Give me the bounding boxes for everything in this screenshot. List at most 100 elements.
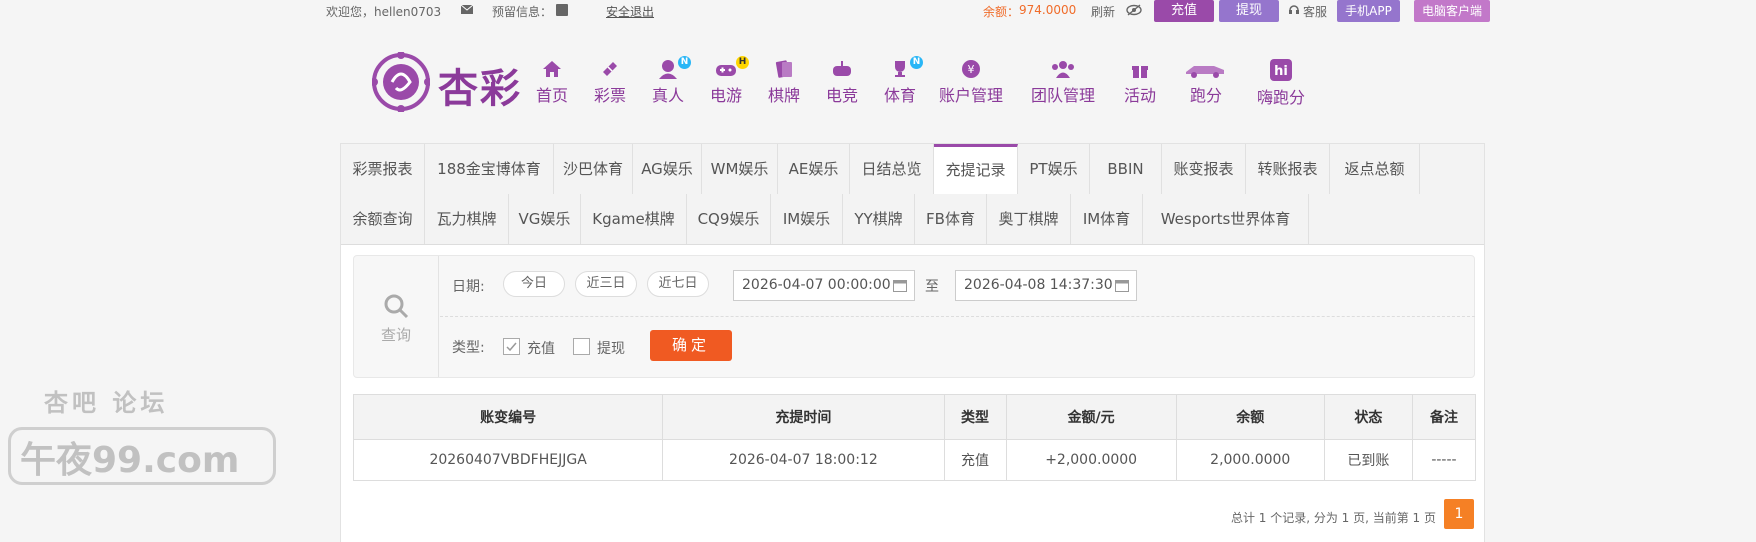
hot-badge: H	[736, 56, 749, 69]
nav-account[interactable]: ¥ 账户管理	[938, 58, 1004, 106]
tab-rebate-total[interactable]: 返点总额	[1330, 144, 1420, 194]
col-header-type: 类型	[943, 394, 1007, 440]
search-icon	[384, 294, 409, 319]
nav-hi-racing[interactable]: hi 嗨跑分	[1254, 58, 1308, 108]
esports-icon	[833, 61, 851, 76]
withdraw-checkbox[interactable]	[573, 338, 590, 355]
col-header-id: 账变编号	[352, 394, 664, 440]
mail-icon[interactable]	[461, 5, 473, 14]
account-icon: ¥	[962, 60, 980, 78]
headset-icon[interactable]	[1288, 4, 1300, 16]
tab-im-sports[interactable]: IM体育	[1071, 194, 1143, 244]
tab-ae[interactable]: AE娱乐	[778, 144, 850, 194]
nav-racing[interactable]: 跑分	[1182, 58, 1230, 106]
confirm-button[interactable]: 确定	[650, 330, 732, 361]
logout-link[interactable]: 安全退出	[606, 3, 654, 20]
balance-value: 974.0000	[1019, 3, 1077, 17]
page: 欢迎您，hellen0703 预留信息： 安全退出 余额： 974.0000 刷…	[0, 0, 1756, 542]
tab-daily-overview[interactable]: 日结总览	[850, 144, 934, 194]
col-header-remark: 备注	[1411, 394, 1477, 440]
edit-icon[interactable]	[556, 4, 568, 16]
tab-balance-query[interactable]: 余额查询	[341, 194, 425, 244]
tab-188-sports[interactable]: 188金宝博体育	[425, 144, 554, 194]
live-dealer-icon	[659, 60, 677, 79]
table-row: 20260407VBDFHEJJGA 2026-04-07 18:00:12 充…	[352, 439, 1477, 481]
query-button[interactable]: 查询	[354, 256, 439, 377]
calendar-icon	[1115, 280, 1129, 292]
nav-egames[interactable]: H 电游	[706, 56, 749, 106]
pagination-info: 总计 1 个记录, 分为 1 页, 当前第 1 页	[1230, 511, 1436, 525]
tab-deposit-withdraw-records[interactable]: 充提记录	[934, 144, 1018, 194]
balance-label: 余额：	[983, 5, 1020, 19]
nav-lottery[interactable]: 彩票	[590, 58, 630, 106]
date-from-input[interactable]: 2026-04-07 00:00:00	[733, 270, 915, 301]
col-header-balance: 余额	[1175, 394, 1325, 440]
eye-hidden-icon[interactable]	[1126, 4, 1142, 16]
table-header-row: 账变编号 充提时间 类型 金额/元 余额 状态 备注	[352, 394, 1477, 440]
mobile-app-button[interactable]: 手机APP	[1337, 0, 1400, 22]
cell-id: 20260407VBDFHEJJGA	[352, 439, 664, 481]
nav-cards[interactable]: 棋牌	[764, 58, 804, 106]
withdraw-checkbox-label[interactable]: 提现	[597, 338, 625, 358]
tab-lottery-report[interactable]: 彩票报表	[341, 144, 425, 194]
nav-team[interactable]: 团队管理	[1030, 58, 1096, 106]
top-bar: 欢迎您，hellen0703 预留信息： 安全退出 余额： 974.0000 刷…	[326, 0, 1494, 22]
tab-ag[interactable]: AG娱乐	[633, 144, 702, 194]
nav-label: 首页	[535, 86, 568, 105]
deposit-checkbox[interactable]	[503, 338, 520, 355]
tab-saba-sports[interactable]: 沙巴体育	[554, 144, 633, 194]
deposit-checkbox-label[interactable]: 充值	[527, 338, 555, 358]
tab-wm[interactable]: WM娱乐	[702, 144, 778, 194]
gamepad-icon	[716, 65, 736, 76]
pc-client-button[interactable]: 电脑客户端	[1414, 0, 1490, 22]
service-link[interactable]: 客服	[1303, 3, 1327, 20]
logo-text: 杏彩	[438, 65, 522, 112]
nav-label: 体育	[883, 86, 916, 105]
cell-time: 2026-04-07 18:00:12	[662, 439, 945, 481]
cell-status: 已到账	[1323, 439, 1413, 481]
tab-kgame-cards[interactable]: Kgame棋牌	[581, 194, 687, 244]
nav-label: 棋牌	[767, 86, 800, 105]
cell-balance: 2,000.0000	[1175, 439, 1325, 481]
type-label: 类型:	[452, 340, 485, 356]
date-from-value: 2026-04-07 00:00:00	[742, 277, 891, 293]
tab-transfer-report[interactable]: 转账报表	[1246, 144, 1330, 194]
nav-live[interactable]: N 真人	[648, 56, 691, 106]
tab-pt[interactable]: PT娱乐	[1018, 144, 1090, 194]
refresh-link[interactable]: 刷新	[1091, 3, 1115, 20]
tab-wali-cards[interactable]: 瓦力棋牌	[425, 194, 509, 244]
nav-label: 跑分	[1189, 86, 1222, 105]
col-header-status: 状态	[1323, 394, 1413, 440]
nav-activity[interactable]: 活动	[1120, 58, 1160, 106]
nav-home[interactable]: 首页	[532, 58, 572, 106]
last-3-days-button[interactable]: 近三日	[575, 271, 637, 297]
tab-fb-sports[interactable]: FB体育	[915, 194, 987, 244]
new-badge: N	[910, 56, 923, 69]
tab-cq9[interactable]: CQ9娱乐	[687, 194, 771, 244]
tab-vg[interactable]: VG娱乐	[509, 194, 581, 244]
watermark-top-text: 杏吧 论坛	[44, 389, 169, 417]
logo[interactable]: 杏彩	[372, 52, 522, 112]
withdraw-button[interactable]: 提现	[1219, 0, 1279, 22]
page-1-button[interactable]: 1	[1444, 499, 1474, 529]
query-label: 查询	[380, 326, 411, 344]
date-to-input[interactable]: 2026-04-08 14:37:30	[955, 270, 1137, 301]
col-header-time: 充提时间	[662, 394, 945, 440]
today-button[interactable]: 今日	[503, 271, 565, 297]
nav-sports[interactable]: N 体育	[880, 56, 923, 106]
nav-label: 电竞	[825, 86, 858, 105]
to-label: 至	[925, 279, 939, 295]
tab-wesports[interactable]: Wesports世界体育	[1143, 194, 1309, 244]
notice-label: 预留信息：	[492, 5, 553, 19]
tab-balance-change-report[interactable]: 账变报表	[1162, 144, 1246, 194]
nav-label: 活动	[1123, 86, 1156, 105]
last-7-days-button[interactable]: 近七日	[647, 271, 709, 297]
tab-im[interactable]: IM娱乐	[771, 194, 843, 244]
tab-bbin[interactable]: BBIN	[1090, 144, 1162, 194]
tab-yy-cards[interactable]: YY棋牌	[843, 194, 915, 244]
deposit-button[interactable]: 充值	[1154, 0, 1214, 22]
svg-text:hi: hi	[1274, 64, 1288, 79]
tab-odin-cards[interactable]: 奥丁棋牌	[987, 194, 1071, 244]
cell-type: 充值	[943, 439, 1007, 481]
nav-esports[interactable]: 电竞	[822, 58, 862, 106]
